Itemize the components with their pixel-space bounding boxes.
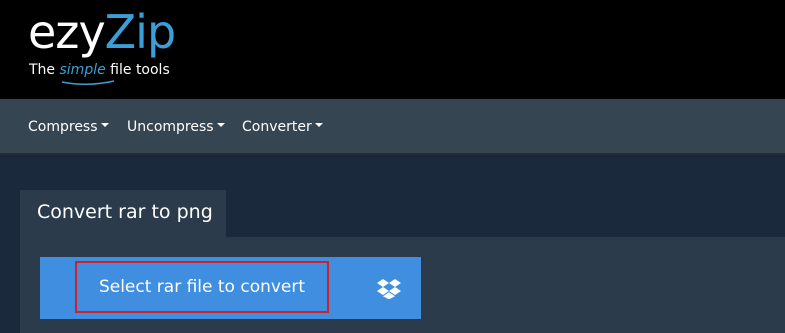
nav-uncompress-label: Uncompress xyxy=(127,119,214,135)
select-file-button[interactable]: Select rar file to convert xyxy=(75,261,329,313)
tagline-accent: simple xyxy=(59,62,106,78)
file-select-bar: Select rar file to convert xyxy=(40,257,421,319)
select-file-label: Select rar file to convert xyxy=(98,277,306,297)
logo-swoosh-icon xyxy=(61,80,115,85)
caret-down-icon xyxy=(314,123,323,127)
tab-label: Convert rar to png xyxy=(37,201,213,223)
logo-wordmark: ezyZip xyxy=(28,5,176,59)
caret-down-icon xyxy=(216,123,225,127)
tab-convert-rar-to-png[interactable]: Convert rar to png xyxy=(20,190,226,238)
tagline-suffix: file tools xyxy=(105,62,170,78)
ezyzip-logo[interactable]: ezyZip The simple file tools xyxy=(28,5,228,90)
navbar: Compress Uncompress Converter xyxy=(0,99,785,155)
tagline-prefix: The xyxy=(29,62,60,78)
nav-converter[interactable]: Converter xyxy=(242,118,323,136)
nav-uncompress[interactable]: Uncompress xyxy=(127,118,225,136)
logo-ezy: ezy xyxy=(28,5,106,59)
logo-tagline: The simple file tools xyxy=(29,61,170,79)
nav-converter-label: Converter xyxy=(242,119,312,135)
nav-compress[interactable]: Compress xyxy=(28,118,109,136)
dropbox-icon[interactable] xyxy=(377,279,401,299)
nav-compress-label: Compress xyxy=(28,119,98,135)
caret-down-icon xyxy=(100,123,109,127)
header: ezyZip The simple file tools xyxy=(0,0,785,99)
logo-zip: Zip xyxy=(104,5,176,59)
